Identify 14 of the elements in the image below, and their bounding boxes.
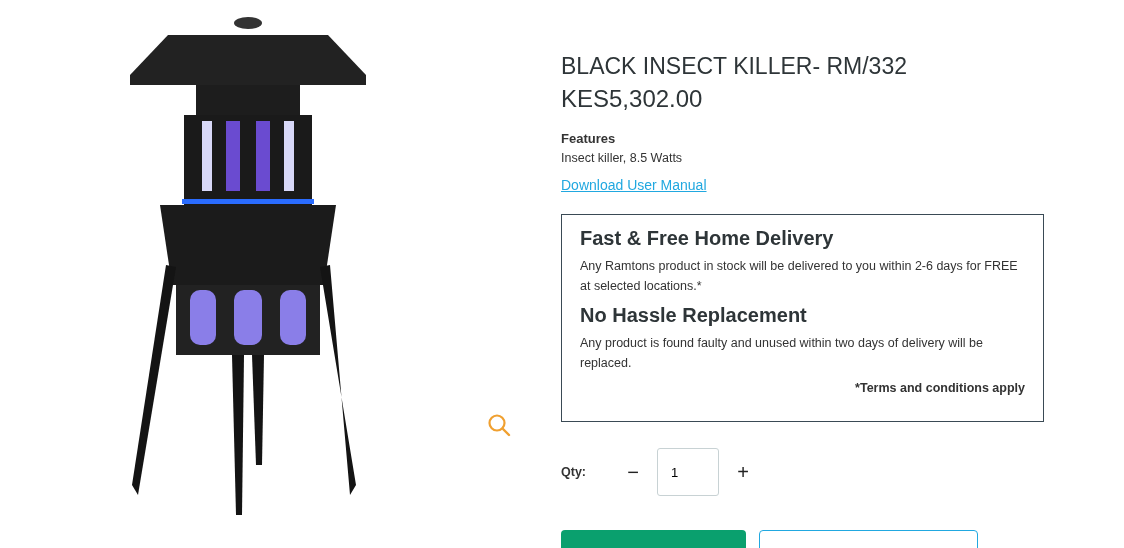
- info-text: Any product is found faulty and unused within two days of delivery will be replaced.: [580, 335, 984, 372]
- zoom-icon[interactable]: [487, 413, 511, 437]
- quantity-label: Qty:: [561, 465, 587, 479]
- features-heading: Features: [561, 131, 617, 146]
- decrease-button[interactable]: −: [621, 460, 645, 484]
- info-heading: No Hassle Replacement: [580, 304, 808, 327]
- terms-note: *Terms and conditions apply: [854, 381, 1025, 395]
- increase-button[interactable]: +: [731, 460, 755, 484]
- features-text: Insect killer, 8.5 Watts: [561, 151, 684, 165]
- product-price: KES5,302.00: [561, 84, 704, 114]
- info-heading: Fast & Free Home Delivery: [580, 227, 835, 250]
- product-title: BLACK INSECT KILLER- RM/332: [561, 52, 908, 80]
- quantity-field[interactable]: 1: [657, 448, 719, 496]
- info-text: Any Ramtons product in stock will be delivered to you within 2-6 days for FREE at selected locations.*: [580, 258, 1019, 295]
